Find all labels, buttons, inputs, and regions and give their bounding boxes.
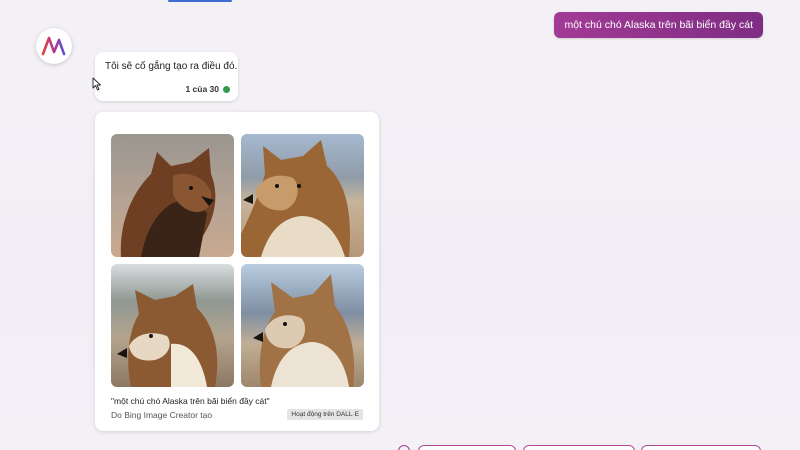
generated-image-1[interactable] (111, 134, 234, 257)
image-credit: Do Bing Image Creator tạo (111, 410, 213, 420)
top-bar-indicator (168, 0, 232, 2)
bot-message-bubble: Tôi sẽ cố gắng tạo ra điều đó. 1 của 30 (95, 52, 238, 101)
generated-image-3[interactable] (111, 264, 234, 387)
suggestion-chip-3[interactable] (641, 445, 761, 450)
copilot-logo-icon (41, 36, 66, 56)
generated-image-2[interactable] (241, 134, 364, 257)
copilot-avatar (36, 28, 72, 64)
dalle-badge: Hoạt động trên DALL·E (287, 409, 363, 420)
suggestion-chip-2[interactable] (523, 445, 635, 450)
bot-message-text: Tôi sẽ cố gắng tạo ra điều đó. (105, 61, 238, 72)
mouse-cursor-icon (92, 77, 101, 91)
image-caption: "một chú chó Alaska trên bãi biển đầy cá… (111, 396, 270, 406)
status-dot-icon (223, 85, 230, 93)
turn-counter-text: 1 của 30 (185, 84, 219, 94)
user-message-bubble: một chú chó Alaska trên bãi biển đầy cát (554, 12, 763, 38)
suggestion-chip-1[interactable] (418, 445, 516, 450)
generated-image-4[interactable] (241, 264, 364, 387)
turn-counter: 1 của 30 (185, 84, 230, 94)
generated-images-card: "một chú chó Alaska trên bãi biển đầy cá… (95, 112, 379, 431)
help-icon[interactable] (398, 445, 410, 450)
